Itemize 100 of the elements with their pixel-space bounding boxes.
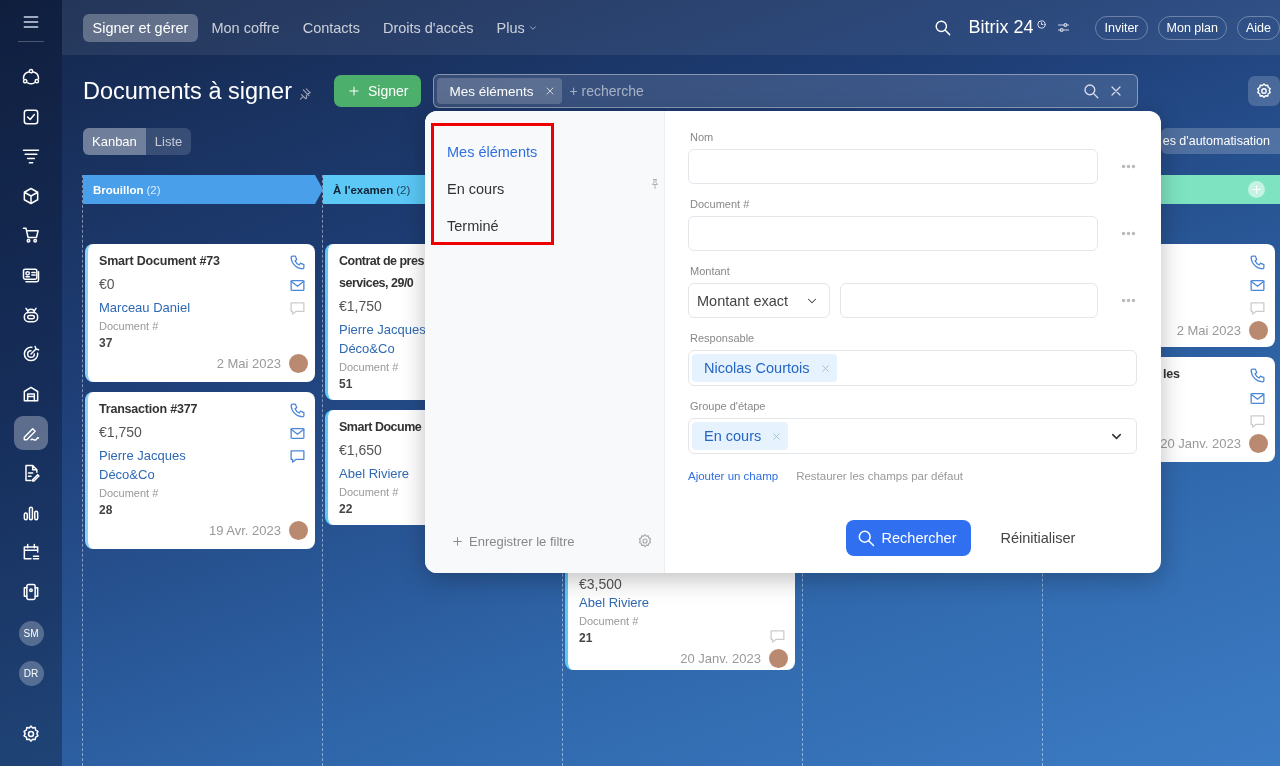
- settings-icon[interactable]: [21, 724, 41, 744]
- contact-link[interactable]: Abel Riviere: [339, 464, 410, 483]
- document-number: 28: [99, 503, 114, 517]
- phone-icon[interactable]: [288, 402, 306, 419]
- value-chip[interactable]: En cours: [692, 422, 789, 450]
- contact-link[interactable]: Marceau Daniel: [99, 298, 191, 317]
- card-amount: €1,650: [339, 442, 383, 458]
- field-label: Groupe d'étape: [690, 400, 767, 412]
- scanner-icon: [21, 581, 41, 602]
- document-number: 22: [339, 502, 354, 516]
- field-label: Document #: [99, 320, 160, 332]
- cube-icon: [21, 185, 41, 206]
- nav-tab[interactable]: Signer et gérer: [83, 13, 198, 42]
- search-field[interactable]: Mes éléments + recherche: [433, 74, 1139, 108]
- input-field[interactable]: Nicolas Courtois: [688, 350, 1137, 386]
- input-field[interactable]: En cours: [688, 418, 1137, 454]
- card-title: Smart Docume: [339, 420, 422, 435]
- card-date: 2 Mai 2023: [216, 356, 281, 371]
- field-label: Nom: [690, 131, 715, 143]
- stage-title: À l'examen: [333, 183, 394, 196]
- card-date: 20 Janv. 2023: [1160, 436, 1241, 451]
- user-avatar[interactable]: SM: [18, 621, 44, 647]
- logo-text: Bitrix: [968, 17, 1009, 38]
- dropdown[interactable]: Montant exact: [688, 283, 830, 318]
- user-avatar: [1249, 321, 1268, 340]
- card-date: 2 Mai 2023: [1176, 323, 1241, 338]
- filter-chip[interactable]: Mes éléments: [437, 78, 562, 104]
- save-filter-link[interactable]: Enregistrer le filtre: [469, 533, 575, 549]
- card-date: 20 Janv. 2023: [680, 651, 761, 666]
- contact-link[interactable]: Déco&Co: [99, 465, 155, 484]
- menu-tab[interactable]: Plus: [487, 13, 548, 42]
- field-label: Document #: [579, 615, 640, 627]
- mail-icon[interactable]: [288, 425, 306, 442]
- flow-icon: [21, 67, 41, 87]
- nav-tab[interactable]: Droits d'accès: [373, 13, 483, 42]
- mail-icon[interactable]: [1248, 390, 1266, 407]
- document-number: 51: [339, 377, 354, 391]
- input-field[interactable]: [688, 149, 1098, 184]
- plus-icon: [347, 84, 361, 98]
- filter-preset[interactable]: Mes éléments: [425, 133, 664, 170]
- search-button[interactable]: Rechercher: [845, 520, 971, 556]
- contact-link[interactable]: Déco&Co: [339, 339, 395, 358]
- page-title: Documents à signer: [83, 77, 292, 105]
- nav-tab[interactable]: Mon coffre: [201, 13, 290, 42]
- phone-icon[interactable]: [1248, 367, 1266, 384]
- stage-title: Brouillon: [93, 183, 144, 196]
- contact-link[interactable]: Pierre Jacques: [99, 446, 186, 465]
- field-label: Responsable: [690, 332, 756, 344]
- automation-button[interactable]: es d'automatisation: [1160, 128, 1280, 154]
- pin-icon[interactable]: [298, 87, 312, 101]
- card-amount: €0: [99, 276, 116, 292]
- search-icon[interactable]: [1082, 82, 1101, 100]
- clock-icon: [1036, 19, 1048, 30]
- add-field-link[interactable]: Ajouter un champ: [688, 470, 779, 482]
- card-amount: €3,500: [579, 576, 623, 592]
- cart-icon: [21, 225, 41, 246]
- settings-icon: [1255, 82, 1273, 100]
- plus-icon: [1250, 183, 1263, 196]
- card-title: Transaction #377: [99, 402, 198, 417]
- card-date: 19 Avr. 2023: [208, 523, 281, 538]
- field-label: Document #: [99, 487, 160, 499]
- card-amount: €1,750: [99, 424, 143, 440]
- contact-link[interactable]: Abel Riviere: [579, 593, 650, 612]
- card-title: les: [1163, 367, 1180, 382]
- user-avatar: [1249, 434, 1268, 453]
- settings-button[interactable]: [1248, 76, 1280, 106]
- contact-link[interactable]: Pierre Jacques: [339, 320, 426, 339]
- search-icon[interactable]: [933, 18, 953, 37]
- filter-preset[interactable]: Terminé: [425, 207, 664, 244]
- input-field[interactable]: [840, 283, 1098, 318]
- card-amount: €1,750: [339, 298, 383, 314]
- field-label: Document #: [690, 198, 751, 210]
- nav-tab[interactable]: Contacts: [293, 13, 370, 42]
- sidebar-item[interactable]: [14, 416, 48, 451]
- document-number: 21: [579, 631, 594, 645]
- phone-icon[interactable]: [1248, 254, 1266, 271]
- view-tab[interactable]: Liste: [145, 127, 192, 155]
- reset-button[interactable]: Réinitialiser: [994, 529, 1082, 547]
- phone-icon[interactable]: [288, 254, 306, 271]
- field-label: Document #: [339, 486, 400, 498]
- stage-count: (2): [396, 183, 411, 196]
- value-chip[interactable]: Nicolas Courtois: [692, 354, 837, 382]
- card-title: Contrat de pres: [339, 254, 424, 269]
- document-number: 37: [99, 336, 114, 350]
- user-avatar: [289, 354, 308, 373]
- card-title: Smart Document #73: [99, 254, 220, 269]
- user-avatar[interactable]: DR: [18, 661, 44, 687]
- plus-icon[interactable]: [451, 534, 464, 548]
- field-label: Montant: [690, 265, 731, 277]
- restore-link[interactable]: Restaurer les champs par défaut: [796, 470, 963, 482]
- sliders-icon[interactable]: [1056, 20, 1072, 35]
- stage-count: (2): [146, 183, 161, 196]
- mail-icon[interactable]: [288, 277, 306, 294]
- input-field[interactable]: [688, 216, 1098, 251]
- view-tab[interactable]: Kanban: [83, 127, 146, 155]
- logo-number: 24: [1013, 17, 1034, 38]
- user-avatar: [769, 649, 788, 668]
- filter-preset[interactable]: En cours: [425, 170, 664, 207]
- mail-icon[interactable]: [1248, 277, 1266, 294]
- comment-icon[interactable]: [288, 448, 306, 465]
